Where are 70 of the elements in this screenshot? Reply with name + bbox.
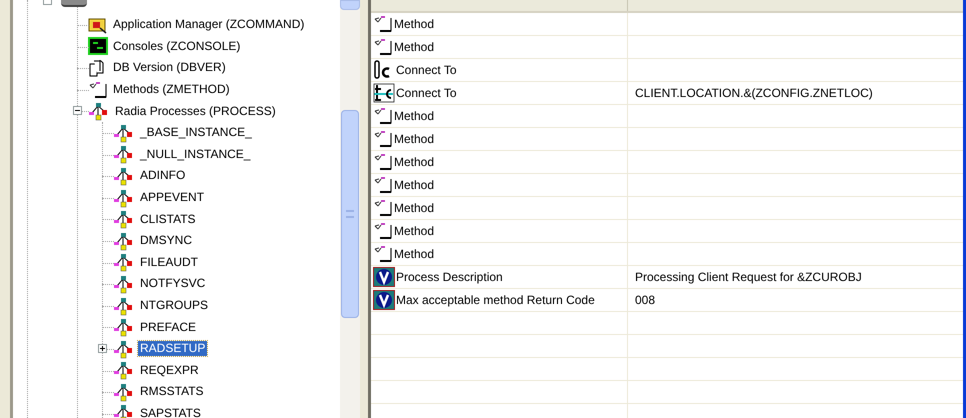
scroll-button[interactable] <box>340 0 360 10</box>
attribute-name: Method <box>394 246 434 263</box>
attribute-value: Processing Client Request for &ZCUROBJ <box>635 269 862 286</box>
process-tree-icon <box>113 382 135 402</box>
process-tree-icon <box>113 166 135 186</box>
tree-item[interactable]: CLISTATS <box>138 212 198 227</box>
expand-icon[interactable] <box>98 344 107 353</box>
tree-item[interactable]: ADINFO <box>138 168 188 184</box>
attribute-name: Method <box>394 39 434 56</box>
process-tree-icon <box>113 122 135 143</box>
tree-item[interactable]: DMSYNC <box>138 233 194 248</box>
process-tree-icon <box>113 296 135 316</box>
method-icon <box>373 153 393 171</box>
tree-item[interactable]: Application Manager (ZCOMMAND) <box>111 17 306 32</box>
tree-item[interactable]: SAPSTATS <box>138 406 203 418</box>
drive-icon <box>61 0 87 7</box>
process-tree-icon <box>113 403 135 418</box>
process-tree-icon <box>113 209 135 230</box>
tree-item[interactable]: _NULL_INSTANCE_ <box>138 146 252 162</box>
splitter[interactable] <box>360 0 368 418</box>
method-icon <box>373 15 393 33</box>
tree-item[interactable]: DB Version (DBVER) <box>111 60 228 76</box>
method-icon <box>373 107 393 125</box>
attribute-name: Method <box>394 177 434 194</box>
folder-icon <box>88 16 108 34</box>
terminal-icon <box>88 37 108 56</box>
connect-icon <box>373 83 395 103</box>
method-icon <box>373 130 393 148</box>
attribute-name: Method <box>394 16 434 33</box>
process-tree-icon <box>113 274 135 294</box>
tree-item[interactable]: RADSETUP <box>138 341 208 356</box>
tree-item[interactable]: NOTFYSVC <box>138 276 208 292</box>
attribute-value: CLIENT.LOCATION.&(ZCONFIG.ZNETLOC) <box>635 85 873 102</box>
tree-item[interactable]: Methods (ZMETHOD) <box>111 82 232 98</box>
tree-item[interactable]: REQEXPR <box>138 362 201 378</box>
process-tree-icon <box>113 230 135 251</box>
attribute-value: 008 <box>635 292 656 309</box>
process-tree-icon <box>113 144 135 164</box>
process-tree-icon <box>88 101 110 122</box>
process-tree-icon <box>113 188 135 208</box>
method-icon <box>373 38 393 56</box>
scrollbar[interactable] <box>340 0 360 418</box>
process-tree-icon <box>113 317 135 338</box>
tree-item[interactable]: RMSSTATS <box>138 384 206 400</box>
attribute-name: Method <box>394 131 434 148</box>
attribute-name: Method <box>394 108 434 125</box>
attribute-name: Connect To <box>396 85 456 102</box>
process-tree-icon <box>113 360 135 380</box>
method-icon <box>373 222 393 240</box>
tree-item[interactable]: FILEAUDT <box>138 254 200 270</box>
attribute-name: Method <box>394 200 434 217</box>
method-icon <box>88 80 108 99</box>
collapse-icon[interactable] <box>73 106 82 116</box>
tree-item[interactable]: PREFACE <box>138 320 198 335</box>
tree-item[interactable]: NTGROUPS <box>138 298 210 314</box>
attribute-name: Connect To <box>396 62 456 79</box>
attribute-name: Method <box>394 154 434 171</box>
scrollbar-thumb[interactable] <box>341 110 359 318</box>
method-icon <box>373 176 393 194</box>
tree-item[interactable]: APPEVENT <box>138 190 206 206</box>
tree-item[interactable]: Radia Processes (PROCESS) <box>113 104 278 119</box>
process-tree-icon <box>113 252 135 272</box>
method-icon <box>373 245 393 263</box>
attribute-name: Max acceptable method Return Code <box>396 292 595 309</box>
attribute-name: Process Description <box>396 269 503 286</box>
attribute-name: Method <box>394 223 434 240</box>
method-icon <box>373 199 393 217</box>
process-tree-icon <box>113 338 135 359</box>
tree-item[interactable]: Consoles (ZCONSOLE) <box>111 38 242 54</box>
tree-item[interactable]: _BASE_INSTANCE_ <box>138 125 254 140</box>
